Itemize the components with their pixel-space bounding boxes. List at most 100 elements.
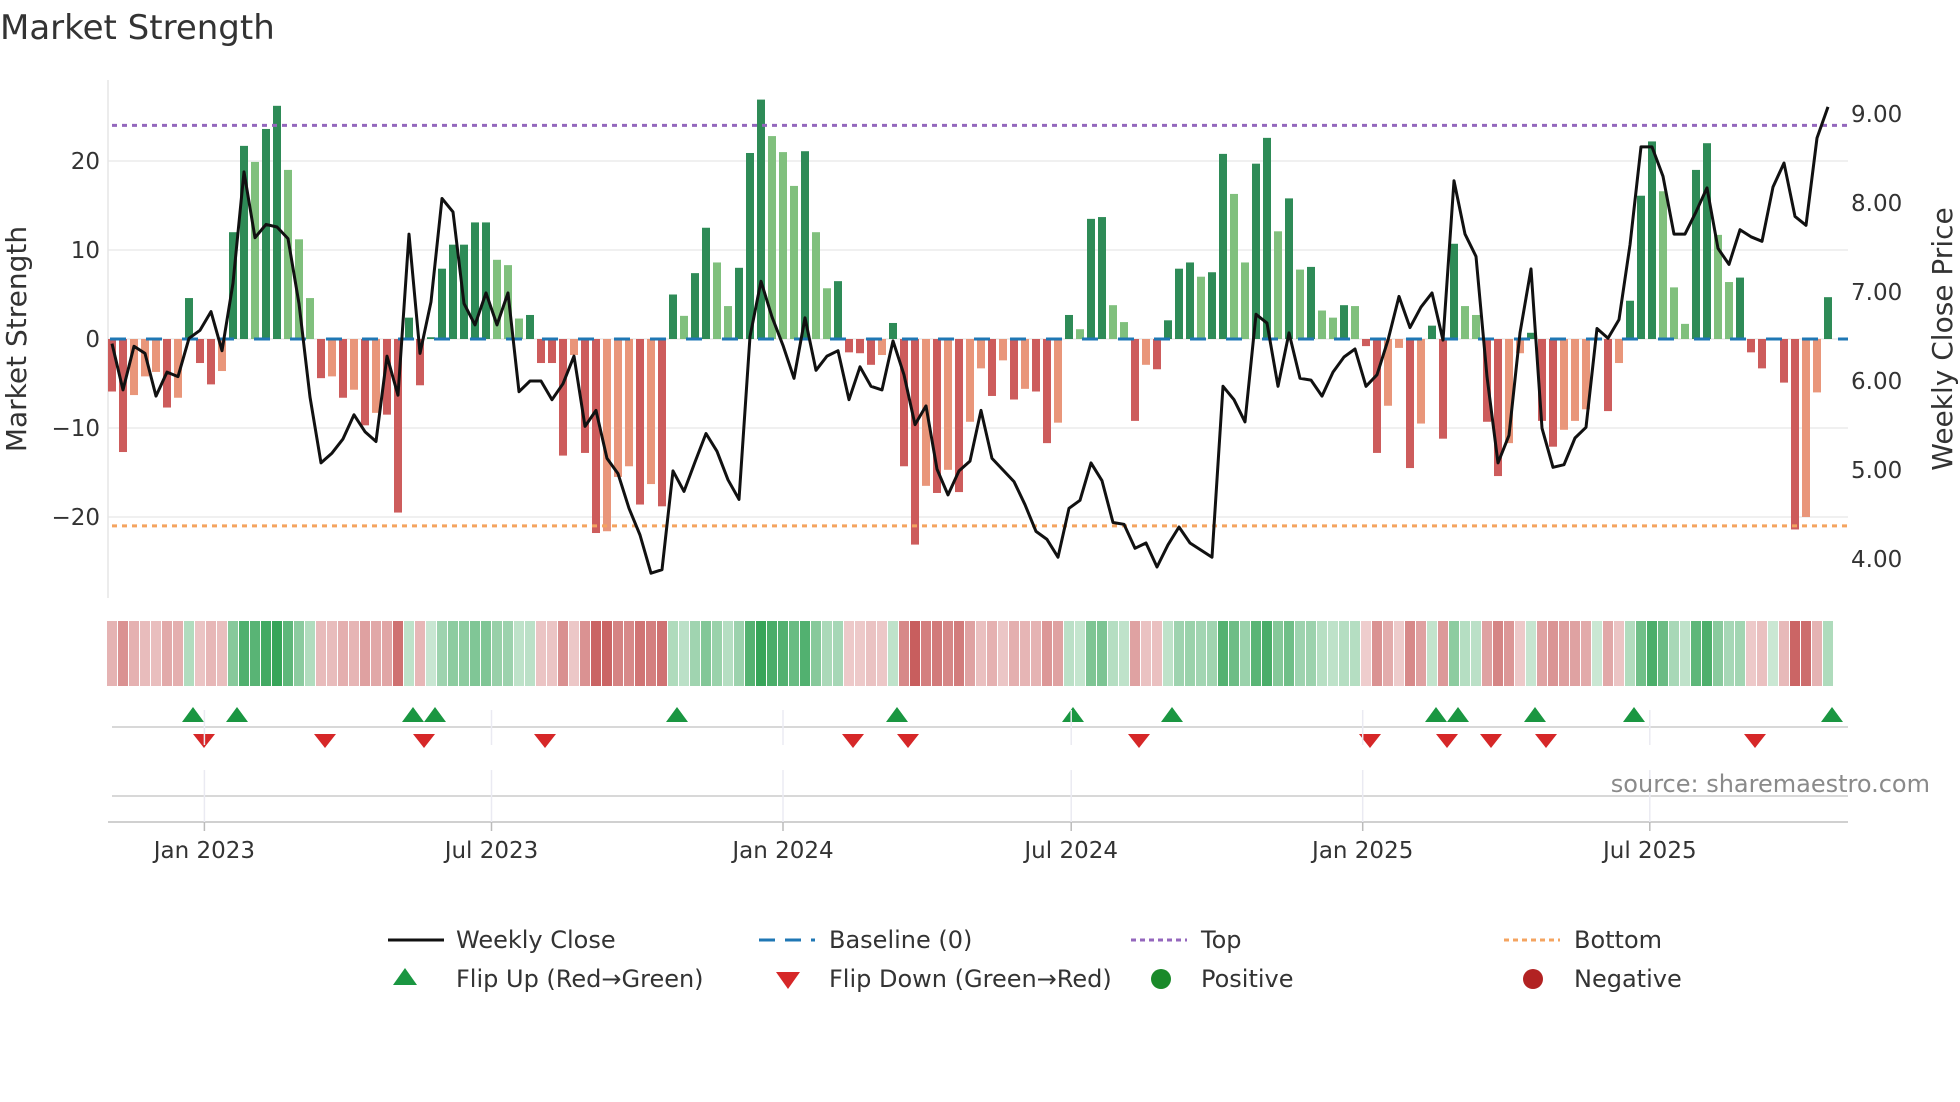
flip-down-marker [1436,734,1458,748]
strip-cell [338,621,348,686]
x-tick-label: Jul 2023 [443,838,539,864]
strength-bar [966,339,974,422]
strip-cell [1273,621,1283,686]
strength-bar [845,339,853,353]
strip-cell [206,621,216,686]
strength-bar [119,339,127,453]
strength-bar [273,105,281,339]
strength-bar [603,339,611,532]
strip-cell [1636,621,1646,686]
strip-cell [1427,621,1437,686]
strength-bar [1736,277,1744,339]
strength-bar [493,259,501,339]
strength-bar [1549,339,1557,447]
strip-cell [1768,621,1778,686]
strip-cell [1460,621,1470,686]
legend-label: Flip Down (Green→Red) [829,965,1112,993]
strip-cell [1735,621,1745,686]
strip-cell [217,621,227,686]
strength-bar [735,267,743,339]
strength-bar [823,288,831,339]
strength-bar [1010,339,1018,400]
legend-item-baseline: Baseline (0) [759,926,972,954]
strength-bar [317,339,325,379]
strip-cell [283,621,293,686]
strength-bar [1043,339,1051,444]
strip-cell [1482,621,1492,686]
strip-cell [393,621,403,686]
strength-bar [1461,306,1469,339]
flip-down-marker [897,734,919,748]
strength-bar [1428,325,1436,339]
strength-bar [515,318,523,339]
strength-bar [1329,317,1337,339]
strength-heat-strip [107,621,1833,686]
strip-cell [1746,621,1756,686]
strip-cell [1251,621,1261,686]
legend-label: Baseline (0) [829,926,972,954]
legend-label: Weekly Close [456,926,616,954]
legend-label: Flip Up (Red→Green) [456,965,704,993]
left-axis-ticks: 20 10 0 −10 −20 [51,149,100,531]
y-tick-label: 0 [85,327,100,353]
strip-cell [492,621,502,686]
strength-bar [1791,339,1799,530]
strength-bar [1153,339,1161,370]
strip-cell [239,621,249,686]
strip-cell [734,621,744,686]
market-strength-chart: Market Strength 20 10 0 −10 −20 9.00 8.00 7.00… [0,8,1959,993]
strip-cell [459,621,469,686]
right-axis-ticks: 9.00 8.00 7.00 6.00 5.00 4.00 [1851,102,1902,573]
legend-item-weekly-close: Weekly Close [388,926,616,954]
strength-bar [548,339,556,364]
strength-bar [1604,339,1612,412]
strip-cell [910,621,920,686]
strip-cell [844,621,854,686]
strip-cell [250,621,260,686]
strength-bar [1032,339,1040,392]
strip-cell [415,621,425,686]
strip-cell [272,621,282,686]
y-tick-label: 10 [71,238,100,264]
strength-bar [1571,339,1579,421]
strength-bar [350,339,358,390]
strip-cell [833,621,843,686]
strength-bar [1186,262,1194,339]
strength-bar [1813,339,1821,393]
strength-bar [1637,195,1645,339]
y-tick-label: −10 [51,416,100,442]
strip-cell [1603,621,1613,686]
strength-bar [1780,339,1788,383]
legend-item-negative: Negative [1523,965,1682,993]
flip-up-marker [1161,707,1183,722]
strength-bar [482,222,490,339]
strip-cell [481,621,491,686]
strip-cell [1449,621,1459,686]
strength-bar [1802,339,1810,517]
flip-up-marker [402,707,424,722]
strip-cell [1394,621,1404,686]
strip-cell [1229,621,1239,686]
strip-cell [1152,621,1162,686]
flip-down-marker [1535,734,1557,748]
strip-cell [1526,621,1536,686]
legend-item-positive: Positive [1151,965,1294,993]
strength-bar [1021,339,1029,389]
strip-cell [811,621,821,686]
strip-cell [1185,621,1195,686]
strength-bar [438,268,446,339]
strength-bar [1560,339,1568,430]
strip-cell [888,621,898,686]
strip-cell [976,621,986,686]
strip-cell [1141,621,1151,686]
strip-cell [1680,621,1690,686]
strip-cell [877,621,887,686]
strip-cell [437,621,447,686]
strip-cell [657,621,667,686]
flip-down-marker [314,734,336,748]
strength-bar [614,339,622,477]
strip-cell [1196,621,1206,686]
strength-bar [405,317,413,339]
strip-cell [173,621,183,686]
legend-item-flip-up: Flip Up (Red→Green) [393,965,704,993]
